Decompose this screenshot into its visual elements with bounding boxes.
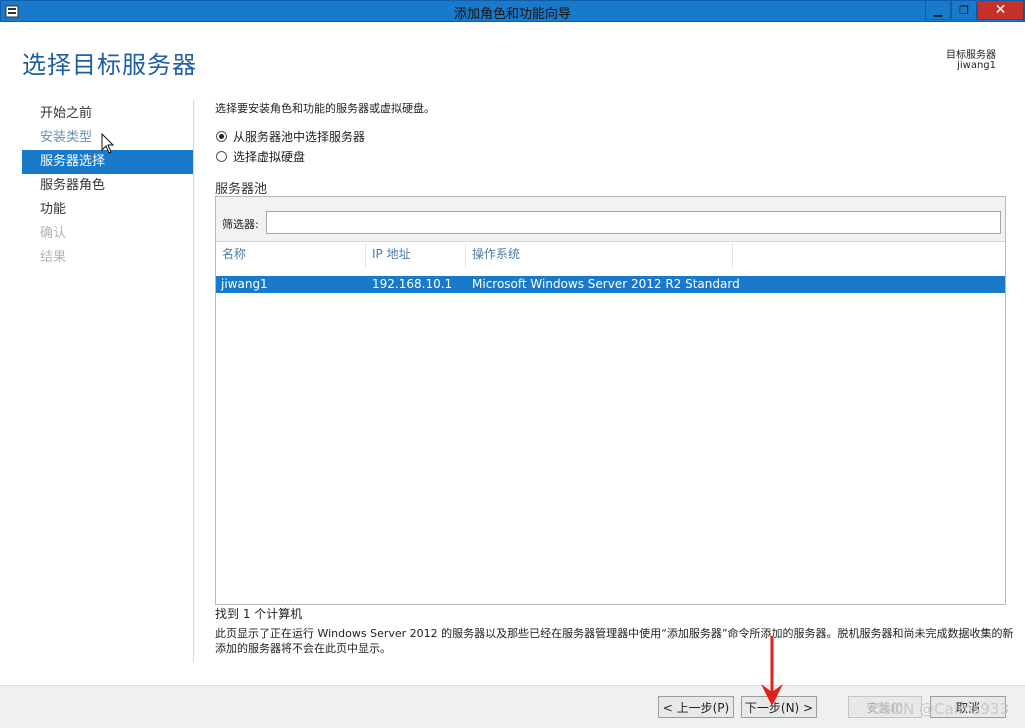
nav-item-server-roles[interactable]: 服务器角色 (22, 174, 193, 198)
column-header-os[interactable]: 操作系统 (466, 244, 733, 268)
nav-item-before-you-begin[interactable]: 开始之前 (22, 102, 193, 126)
row-os-cell: Microsoft Windows Server 2012 R2 Standar… (472, 277, 740, 291)
wizard-steps-nav: 开始之前 安装类型 服务器选择 服务器角色 功能 确认 结果 (22, 102, 193, 270)
watermark-text: CSDN @Calms933 (871, 700, 1009, 718)
minimize-button[interactable]: ▁ (925, 1, 951, 20)
nav-item-results: 结果 (40, 250, 67, 265)
restore-icon: ❐ (959, 3, 969, 17)
table-row[interactable]: jiwang1 192.168.10.1 Microsoft Windows S… (216, 276, 1005, 293)
close-button[interactable]: ✕ (977, 1, 1024, 20)
annotation-arrow-icon (761, 636, 783, 706)
filter-input[interactable] (266, 211, 1001, 234)
previous-button[interactable]: < 上一步(P) (658, 696, 734, 718)
description-text: 此页显示了正在运行 Windows Server 2012 的服务器以及那些已经… (215, 627, 1014, 655)
restore-button[interactable]: ❐ (951, 1, 977, 20)
filter-label: 筛选器: (222, 218, 259, 231)
radio-checked-icon[interactable] (216, 130, 227, 142)
found-count-text: 找到 1 个计算机 (215, 607, 303, 621)
radio-unchecked-icon[interactable] (216, 150, 227, 162)
mouse-cursor-icon (101, 133, 115, 154)
title-bar: 添加角色和功能向导 ▁ ❐ ✕ (0, 0, 1025, 22)
target-server-name: jiwang1 (957, 60, 996, 71)
target-server-label: 目标服务器 (946, 50, 996, 61)
row-ip-cell: 192.168.10.1 (372, 277, 453, 291)
radio-select-vhd[interactable]: 选择虚拟硬盘 (216, 148, 305, 164)
radio-pool-label: 从服务器池中选择服务器 (233, 129, 366, 144)
radio-vhd-label: 选择虚拟硬盘 (233, 149, 306, 164)
column-header-name[interactable]: 名称 (216, 244, 366, 268)
server-pool-label: 服务器池 (215, 182, 268, 197)
nav-divider (193, 100, 194, 662)
instruction-text: 选择要安装角色和功能的服务器或虚拟硬盘。 (215, 102, 435, 115)
nav-item-features[interactable]: 功能 (22, 198, 193, 222)
column-header-ip[interactable]: IP 地址 (366, 244, 466, 268)
filter-area: 筛选器: (216, 197, 1005, 242)
row-name-cell: jiwang1 (221, 277, 268, 291)
window-title: 添加角色和功能向导 (453, 7, 571, 22)
server-pool-panel: 筛选器: 名称 IP 地址 操作系统 jiwang1 192.168.10.1 … (215, 196, 1006, 605)
close-icon: ✕ (994, 2, 1007, 18)
radio-select-from-pool[interactable]: 从服务器池中选择服务器 (216, 128, 365, 144)
minimize-icon: ▁ (933, 3, 943, 17)
page-title: 选择目标服务器 (22, 51, 197, 79)
table-header: 名称 IP 地址 操作系统 (216, 244, 1005, 268)
nav-item-confirmation: 确认 (40, 226, 67, 241)
